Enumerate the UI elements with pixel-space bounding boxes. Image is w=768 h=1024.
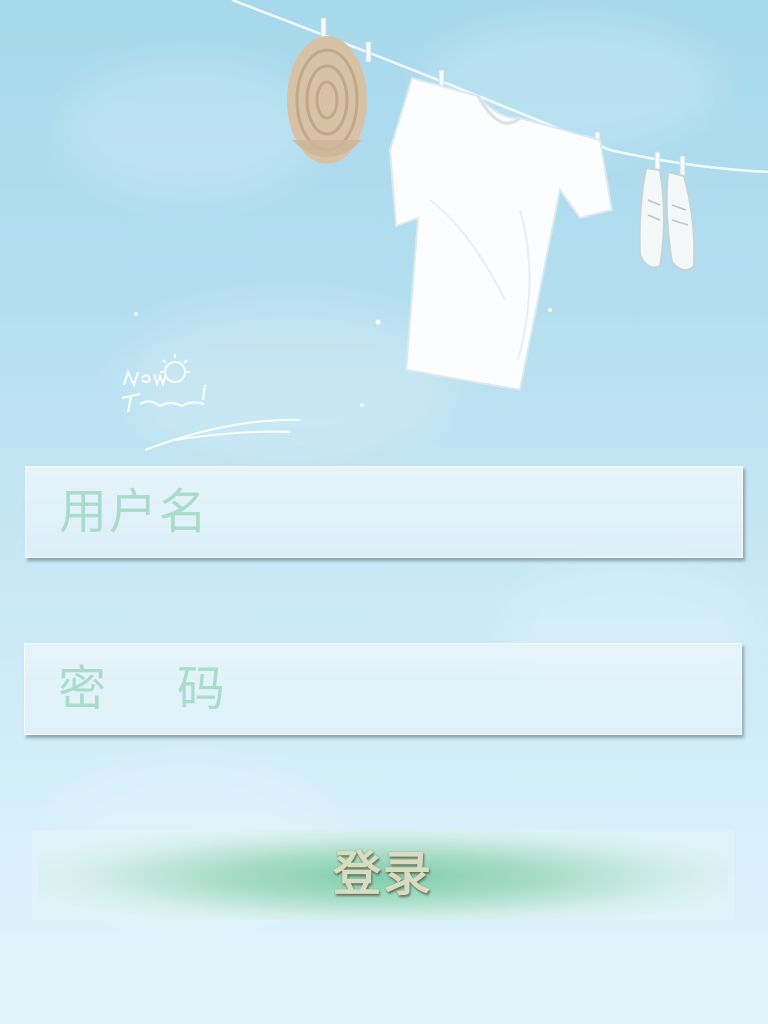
username-field[interactable]: 用户名: [25, 466, 743, 558]
password-placeholder: 密 码: [58, 661, 228, 717]
new-tomorrow-doodle: [121, 354, 301, 451]
username-placeholder: 用户名: [59, 484, 210, 540]
clothesline-illustration: [121, 0, 768, 451]
sneakers-icon: [638, 166, 696, 272]
login-button[interactable]: 登录: [38, 830, 728, 920]
login-label: 登录: [332, 848, 434, 901]
tshirt-icon: [388, 76, 614, 392]
straw-hat-icon: [287, 36, 367, 164]
password-field[interactable]: 密 码: [24, 643, 742, 735]
